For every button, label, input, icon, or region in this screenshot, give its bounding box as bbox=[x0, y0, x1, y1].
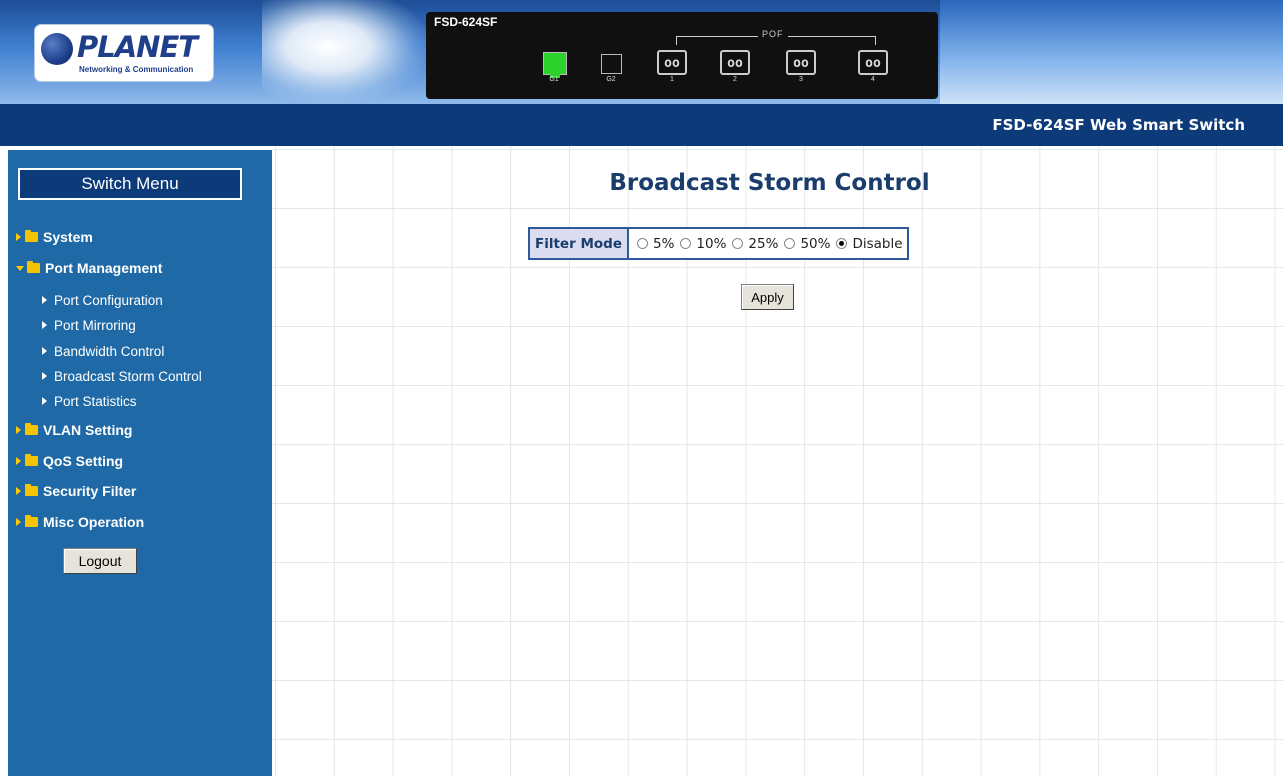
radio-button[interactable] bbox=[784, 238, 796, 249]
expand-arrow-icon bbox=[16, 518, 21, 526]
filter-mode-options: 5% 10% 25% 50% Disable bbox=[629, 229, 907, 258]
filter-option-disable[interactable]: Disable bbox=[836, 235, 903, 252]
device-panel: FSD-624SF POF G1 G2 oo 1 oo 2 oo 3 oo 4 bbox=[426, 12, 938, 99]
device-model: FSD-624SF bbox=[434, 15, 498, 29]
port-g2-icon bbox=[601, 54, 622, 74]
filter-mode-table: Filter Mode 5% 10% 25% 50% Disable bbox=[528, 227, 909, 260]
submenu-label: Port Statistics bbox=[54, 393, 137, 409]
filter-mode-label: Filter Mode bbox=[530, 229, 629, 258]
submenu-bandwidth-control[interactable]: Bandwidth Control bbox=[42, 342, 164, 360]
radio-button[interactable] bbox=[680, 238, 692, 249]
submenu-label: Broadcast Storm Control bbox=[54, 368, 202, 384]
header-banner: PLANET Networking & Communication FSD-62… bbox=[0, 0, 1283, 104]
submenu-port-configuration[interactable]: Port Configuration bbox=[42, 291, 163, 309]
radio-button[interactable] bbox=[732, 238, 744, 249]
menu-item-qos-setting[interactable]: QoS Setting bbox=[16, 451, 123, 471]
logout-button[interactable]: Logout bbox=[63, 548, 137, 574]
menu-item-label: System bbox=[43, 229, 93, 245]
option-label: Disable bbox=[852, 235, 903, 252]
submenu-label: Port Configuration bbox=[54, 292, 163, 308]
bullet-arrow-icon bbox=[42, 372, 47, 380]
menu-item-vlan-setting[interactable]: VLAN Setting bbox=[16, 420, 132, 440]
fiber-port-3-icon: oo bbox=[786, 50, 816, 75]
pof-group-label: POF bbox=[758, 29, 788, 39]
fiber-port-2-icon: oo bbox=[720, 50, 750, 75]
menu-item-label: Misc Operation bbox=[43, 514, 145, 530]
expand-arrow-icon bbox=[16, 487, 21, 495]
bullet-arrow-icon bbox=[42, 321, 47, 329]
folder-icon bbox=[25, 454, 38, 466]
filter-option-25[interactable]: 25% bbox=[732, 236, 778, 252]
logo-brand: PLANET bbox=[77, 30, 198, 64]
expand-arrow-icon bbox=[16, 426, 21, 434]
submenu-port-statistics[interactable]: Port Statistics bbox=[42, 392, 137, 410]
submenu-label: Port Mirroring bbox=[54, 317, 136, 333]
banner-decoration-right bbox=[940, 0, 1283, 104]
port-g1-icon bbox=[543, 52, 567, 78]
submenu-port-mirroring[interactable]: Port Mirroring bbox=[42, 316, 136, 334]
menu-item-system[interactable]: System bbox=[16, 227, 93, 247]
menu-item-misc-operation[interactable]: Misc Operation bbox=[16, 512, 144, 532]
option-label: 5% bbox=[652, 235, 675, 252]
bullet-arrow-icon bbox=[42, 347, 47, 355]
fiber-port-4-icon: oo bbox=[858, 50, 888, 75]
port-label: G2 bbox=[606, 76, 616, 83]
collapse-arrow-icon bbox=[16, 265, 24, 271]
expand-arrow-icon bbox=[16, 457, 21, 465]
apply-button[interactable]: Apply bbox=[741, 284, 794, 310]
menu-item-label: VLAN Setting bbox=[43, 422, 133, 438]
radio-button[interactable] bbox=[636, 238, 648, 249]
globe-icon bbox=[41, 33, 73, 65]
main-content: Broadcast Storm Control Filter Mode 5% 1… bbox=[272, 146, 1283, 776]
menu-item-label: Security Filter bbox=[43, 483, 137, 499]
product-title: FSD-624SF Web Smart Switch bbox=[992, 116, 1245, 134]
submenu-label: Bandwidth Control bbox=[54, 343, 165, 359]
option-label: 25% bbox=[748, 235, 779, 252]
port-label: 3 bbox=[799, 76, 803, 83]
banner-decoration bbox=[262, 0, 427, 104]
filter-option-50[interactable]: 50% bbox=[784, 236, 830, 252]
bullet-arrow-icon bbox=[42, 397, 47, 405]
submenu-broadcast-storm-control[interactable]: Broadcast Storm Control bbox=[42, 367, 202, 385]
folder-icon bbox=[27, 261, 40, 273]
logo-tagline: Networking & Communication bbox=[79, 65, 194, 74]
radio-button-selected[interactable] bbox=[836, 238, 848, 249]
filter-option-10[interactable]: 10% bbox=[680, 236, 726, 252]
menu-item-port-management[interactable]: Port Management bbox=[16, 258, 162, 278]
port-label: G1 bbox=[549, 76, 559, 83]
planet-logo: PLANET Networking & Communication bbox=[34, 24, 214, 82]
page-title: Broadcast Storm Control bbox=[609, 170, 930, 196]
port-label: 2 bbox=[733, 76, 737, 83]
fiber-port-1-icon: oo bbox=[657, 50, 687, 75]
switch-menu-title: Switch Menu bbox=[18, 168, 242, 200]
menu-item-label: QoS Setting bbox=[43, 453, 124, 469]
switch-menu-sidebar: Switch Menu System Port Management Port … bbox=[8, 150, 272, 776]
filter-option-5[interactable]: 5% bbox=[636, 235, 675, 252]
port-label: 4 bbox=[871, 76, 875, 83]
title-bar: FSD-624SF Web Smart Switch bbox=[0, 104, 1283, 146]
folder-icon bbox=[25, 423, 38, 435]
folder-icon bbox=[25, 515, 38, 527]
folder-icon bbox=[25, 484, 38, 496]
menu-item-label: Port Management bbox=[45, 260, 163, 276]
bullet-arrow-icon bbox=[42, 296, 47, 304]
expand-arrow-icon bbox=[16, 233, 21, 241]
port-label: 1 bbox=[670, 76, 674, 83]
option-label: 10% bbox=[696, 235, 727, 252]
option-label: 50% bbox=[800, 235, 831, 252]
menu-item-security-filter[interactable]: Security Filter bbox=[16, 481, 136, 501]
folder-icon bbox=[25, 230, 38, 242]
